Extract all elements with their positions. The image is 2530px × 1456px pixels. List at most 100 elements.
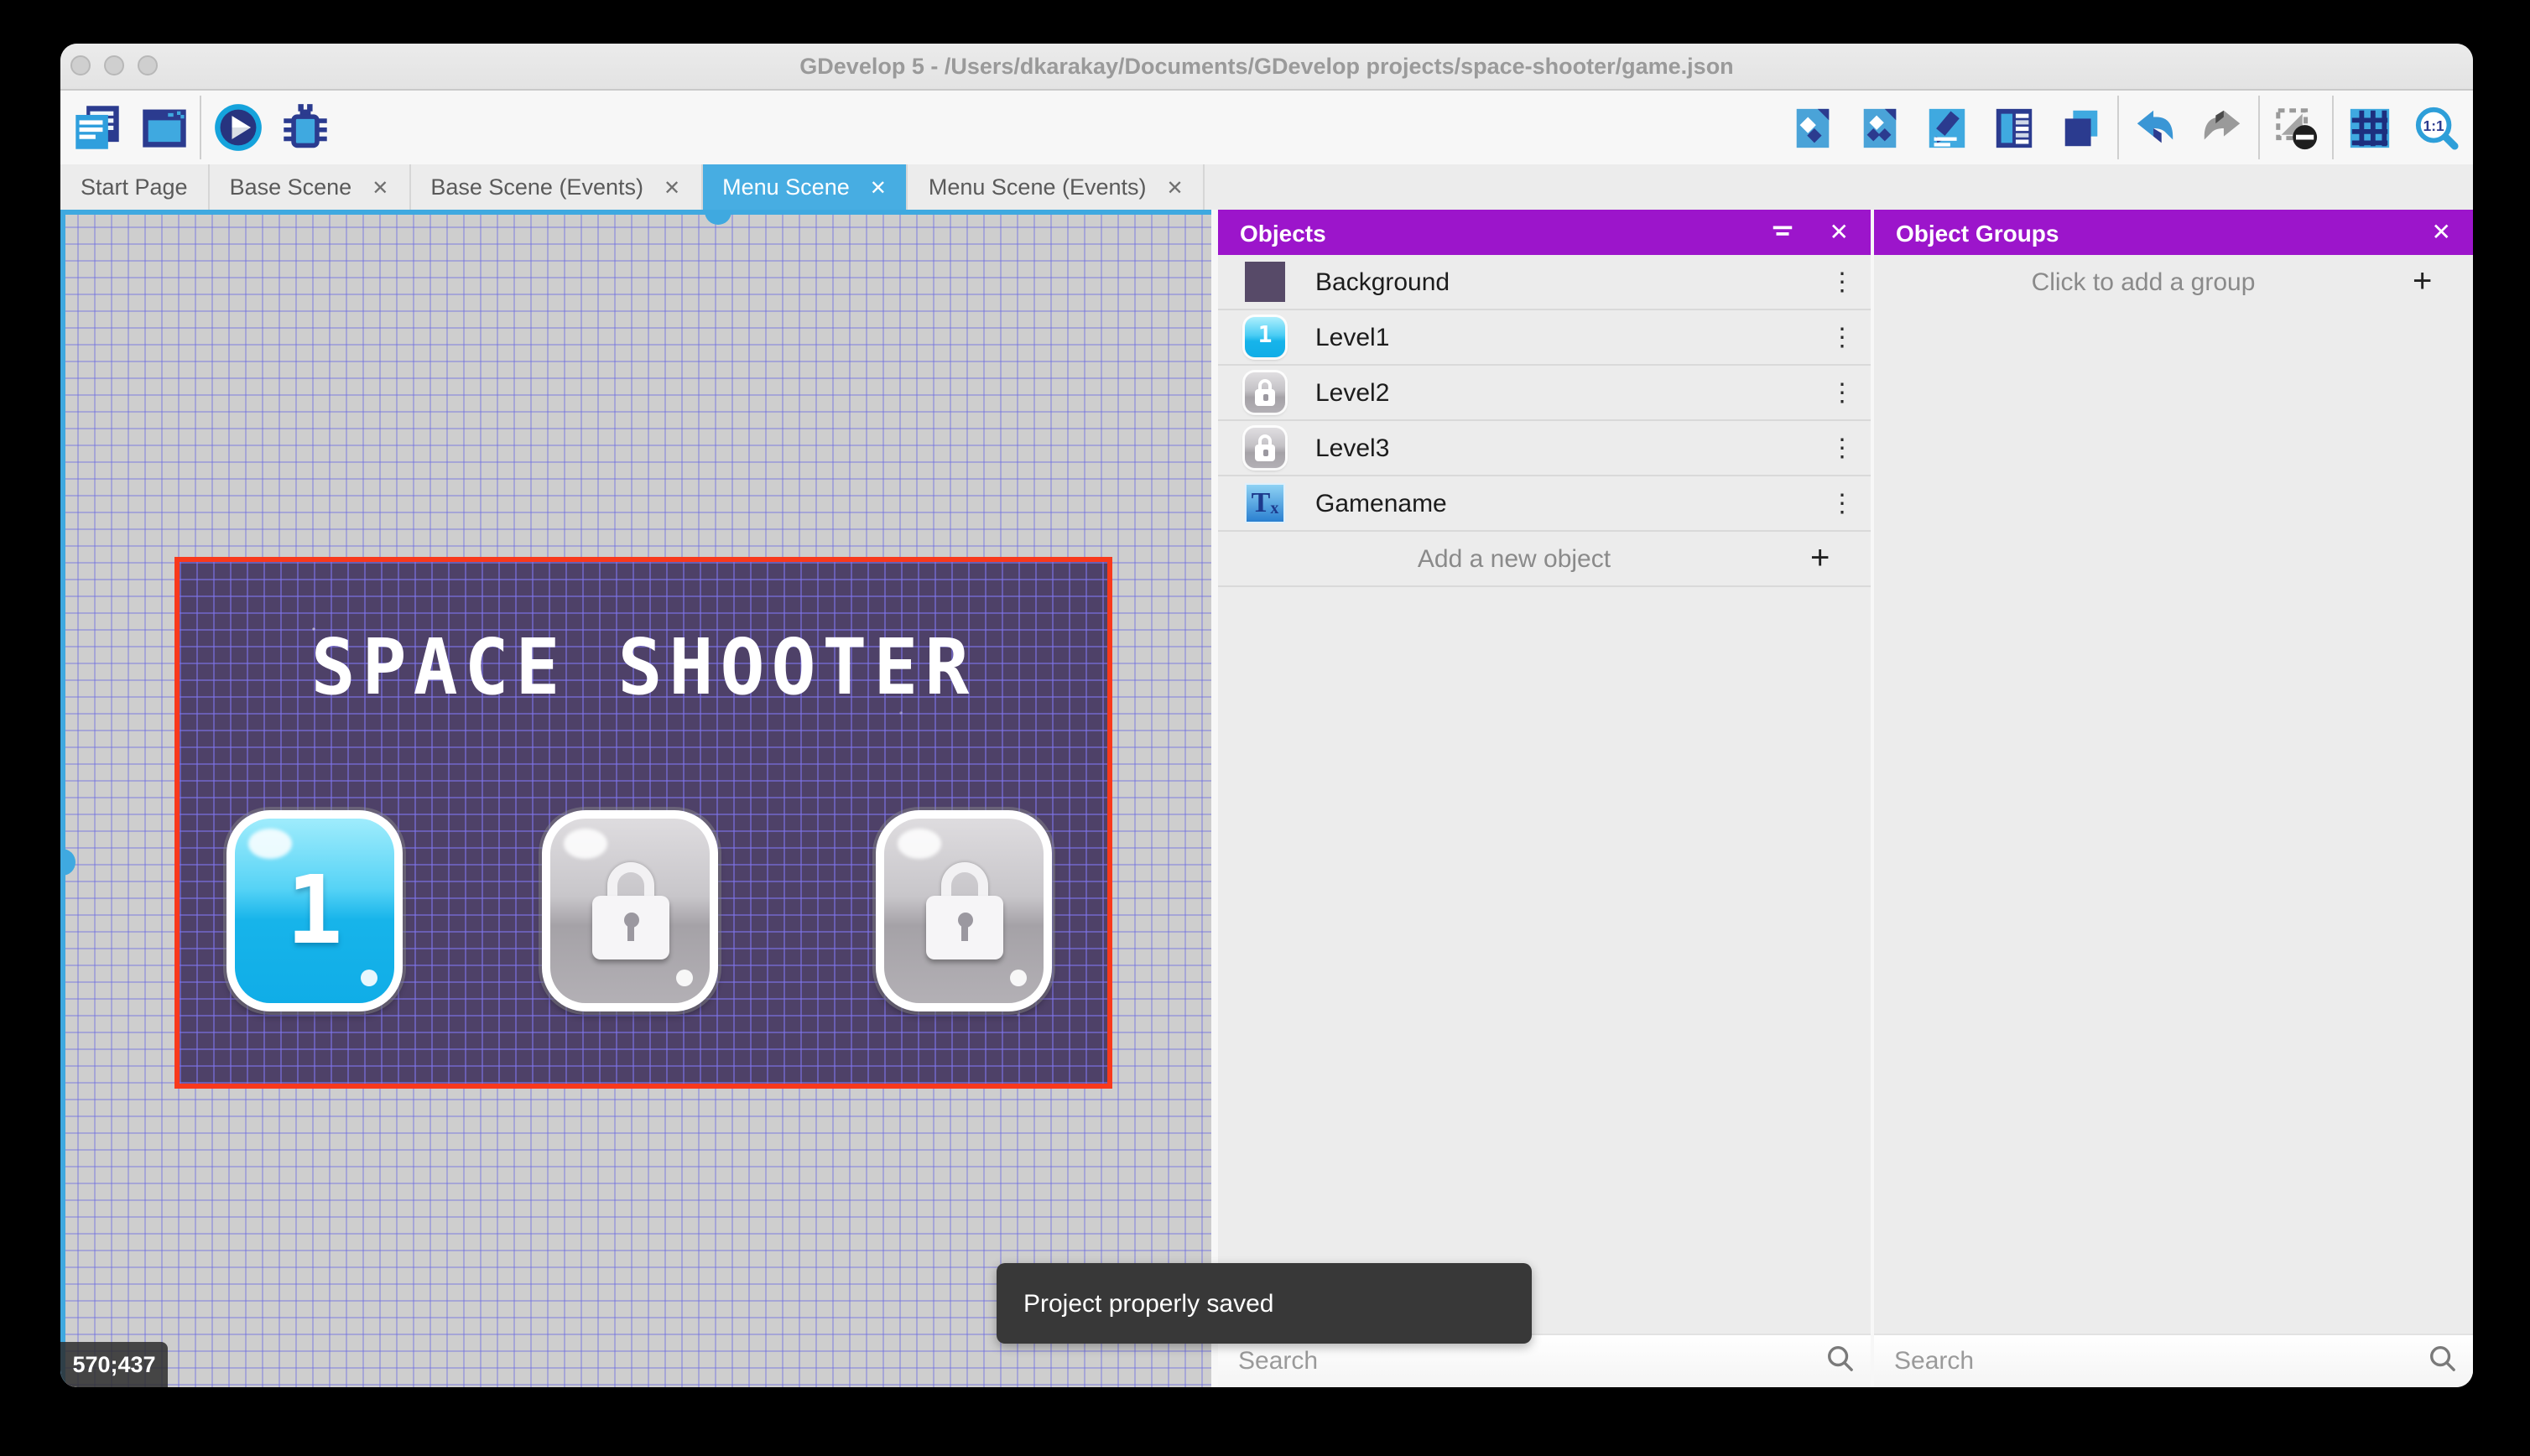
- search-icon[interactable]: [2428, 1343, 2456, 1380]
- object-row-level3[interactable]: Level3 ⋮: [1218, 421, 1871, 476]
- properties-icon[interactable]: [1921, 101, 1973, 153]
- save-toast: Project properly saved: [997, 1263, 1532, 1344]
- objects-search-input[interactable]: [1235, 1345, 1825, 1377]
- tab-base-scene-events[interactable]: Base Scene (Events) ✕: [410, 164, 702, 210]
- filter-icon[interactable]: [1766, 220, 1799, 245]
- toolbar-separator: [2332, 96, 2334, 159]
- objects-panel: Objects ✕ Background ⋮ 1 Level1 ⋮: [1218, 210, 1871, 1387]
- tab-bar: Start Page Base Scene ✕ Base Scene (Even…: [60, 164, 2473, 210]
- lock-icon: [925, 862, 1002, 959]
- object-groups-panel: Object Groups ✕ Click to add a group +: [1874, 210, 2473, 1387]
- plus-icon[interactable]: +: [2413, 263, 2473, 301]
- tab-start-page[interactable]: Start Page: [60, 164, 210, 210]
- debug-icon[interactable]: [279, 101, 331, 153]
- cursor-coordinates: 570;437: [60, 1342, 168, 1387]
- add-new-object-label: Add a new object: [1218, 544, 1810, 573]
- plus-icon[interactable]: +: [1810, 539, 1871, 578]
- horizontal-scrollbar[interactable]: [60, 210, 1211, 215]
- text-object-thumbnail: Tx: [1245, 483, 1285, 523]
- tab-menu-scene[interactable]: Menu Scene ✕: [702, 164, 908, 210]
- object-name: Level2: [1315, 378, 1827, 407]
- layers-icon[interactable]: [2055, 101, 2107, 153]
- object-row-level2[interactable]: Level2 ⋮: [1218, 366, 1871, 421]
- gdevelop-window: GDevelop 5 - /Users/dkarakay/Documents/G…: [60, 44, 2473, 1387]
- toast-message: Project properly saved: [1023, 1289, 1274, 1318]
- objects-panel-header: Objects ✕: [1218, 210, 1871, 255]
- instances-list-icon[interactable]: [1988, 101, 2040, 153]
- toolbar: 1:1: [60, 91, 2473, 164]
- tab-label: Base Scene (Events): [430, 174, 643, 200]
- level1-number: 1: [286, 856, 342, 965]
- toolbar-separator: [200, 96, 201, 159]
- tab-menu-scene-events[interactable]: Menu Scene (Events) ✕: [908, 164, 1205, 210]
- vertical-scrollbar-thumb[interactable]: [60, 849, 75, 876]
- object-menu-icon[interactable]: ⋮: [1827, 435, 1857, 460]
- level1-button[interactable]: 1: [226, 810, 403, 1011]
- minimize-window-icon[interactable]: [104, 55, 124, 75]
- level1-button-thumbnail: 1: [1245, 317, 1285, 357]
- zoom-window-icon[interactable]: [138, 55, 158, 75]
- close-tab-icon[interactable]: ✕: [664, 175, 680, 199]
- object-name: Background: [1315, 268, 1827, 296]
- project-manager-icon[interactable]: [70, 101, 122, 153]
- toolbar-separator: [2258, 96, 2260, 159]
- grid-icon[interactable]: [2344, 101, 2396, 153]
- objects-panel-title: Objects: [1240, 219, 1766, 246]
- object-name: Level1: [1315, 323, 1827, 351]
- close-tab-icon[interactable]: ✕: [1167, 175, 1184, 199]
- groups-search-input[interactable]: [1891, 1345, 2428, 1377]
- panel-divider[interactable]: [1211, 210, 1218, 1387]
- object-groups-panel-title: Object Groups: [1896, 219, 2402, 246]
- mask-preview-icon[interactable]: [2270, 101, 2322, 153]
- level2-locked-button[interactable]: [542, 810, 718, 1011]
- object-name: Gamename: [1315, 489, 1827, 517]
- groups-search-bar: [1874, 1334, 2473, 1387]
- close-tab-icon[interactable]: ✕: [372, 175, 388, 199]
- tab-base-scene[interactable]: Base Scene ✕: [210, 164, 411, 210]
- toolbar-separator: [2117, 96, 2119, 159]
- search-icon[interactable]: [1825, 1343, 1854, 1380]
- object-menu-icon[interactable]: ⋮: [1827, 325, 1857, 350]
- object-menu-icon[interactable]: ⋮: [1827, 380, 1857, 405]
- objects-panel-icon[interactable]: [1787, 101, 1839, 153]
- locked-button-thumbnail: [1245, 428, 1285, 468]
- level3-locked-button[interactable]: [876, 810, 1052, 1011]
- close-panel-icon[interactable]: ✕: [1830, 218, 1849, 247]
- object-menu-icon[interactable]: ⋮: [1827, 491, 1857, 516]
- add-new-object-button[interactable]: Add a new object +: [1218, 532, 1871, 587]
- tab-label: Base Scene: [230, 174, 352, 200]
- object-groups-panel-header: Object Groups ✕: [1874, 210, 2473, 255]
- title-bar: GDevelop 5 - /Users/dkarakay/Documents/G…: [60, 44, 2473, 91]
- game-scene-window[interactable]: SPACE SHOOTER 1: [174, 557, 1112, 1089]
- zoom-1-1-icon[interactable]: 1:1: [2411, 101, 2463, 153]
- object-menu-icon[interactable]: ⋮: [1827, 269, 1857, 294]
- close-tab-icon[interactable]: ✕: [870, 175, 887, 199]
- tab-label: Start Page: [81, 174, 188, 200]
- vertical-scrollbar[interactable]: [60, 210, 65, 1387]
- add-group-button[interactable]: Click to add a group +: [1874, 255, 2473, 309]
- lock-icon: [591, 862, 669, 959]
- tab-label: Menu Scene (Events): [929, 174, 1147, 200]
- scene-window-icon[interactable]: [138, 101, 190, 153]
- scene-editor-canvas[interactable]: SPACE SHOOTER 1: [60, 210, 1211, 1387]
- objects-list: Background ⋮ 1 Level1 ⋮ Level2 ⋮: [1218, 255, 1871, 1334]
- locked-button-thumbnail: [1245, 372, 1285, 413]
- horizontal-scrollbar-thumb[interactable]: [705, 210, 731, 225]
- object-groups-list: Click to add a group +: [1874, 255, 2473, 1334]
- object-row-level1[interactable]: 1 Level1 ⋮: [1218, 310, 1871, 366]
- undo-icon[interactable]: [2129, 101, 2181, 153]
- svg-text:1:1: 1:1: [2423, 117, 2444, 133]
- object-row-background[interactable]: Background ⋮: [1218, 255, 1871, 310]
- background-thumbnail: [1245, 262, 1285, 302]
- object-row-gamename[interactable]: Tx Gamename ⋮: [1218, 476, 1871, 532]
- play-icon[interactable]: [211, 101, 263, 153]
- redo-icon[interactable]: [2196, 101, 2248, 153]
- window-title: GDevelop 5 - /Users/dkarakay/Documents/G…: [60, 54, 2473, 79]
- add-group-label: Click to add a group: [1874, 268, 2413, 296]
- close-window-icon[interactable]: [70, 55, 91, 75]
- scene-title-text[interactable]: SPACE SHOOTER: [180, 624, 1107, 713]
- close-panel-icon[interactable]: ✕: [2432, 218, 2451, 247]
- object-name: Level3: [1315, 434, 1827, 462]
- object-groups-panel-icon[interactable]: [1854, 101, 1906, 153]
- tab-label: Menu Scene: [722, 174, 850, 200]
